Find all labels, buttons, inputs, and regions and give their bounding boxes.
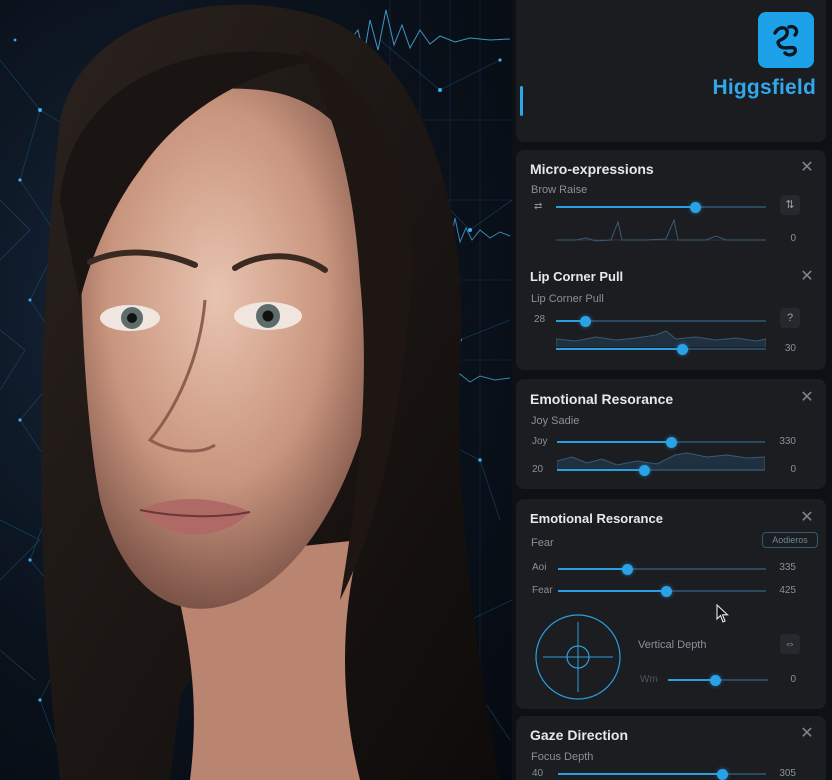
vertical-depth-label: Vertical Depth (638, 639, 707, 651)
swap-icon: ⇄ (534, 201, 543, 212)
slider-fill (668, 679, 715, 681)
slider-handle[interactable] (639, 464, 651, 476)
lip-corner-range-slider[interactable] (556, 343, 766, 355)
gaze-direction-card: Gaze Direction ✕ Focus Depth 40 305 (516, 716, 826, 780)
row-label: Aoi (532, 562, 547, 573)
fear-slider-a[interactable] (558, 563, 766, 575)
slider-fill (558, 590, 667, 592)
lip-corner-waveform (556, 330, 766, 347)
slider-handle[interactable] (710, 674, 721, 686)
slider-label: Fear (531, 537, 554, 549)
row-label: Joy (532, 436, 548, 447)
preset-button[interactable]: Aodieros (762, 532, 818, 548)
min-value: 28 (534, 314, 546, 325)
sadness-slider[interactable] (557, 464, 765, 476)
slider-label: Brow Raise (531, 184, 588, 196)
card-title: Emotional Resorance (530, 511, 663, 526)
value-readout: 0 (790, 233, 796, 244)
slider-label: Focus Depth (531, 751, 594, 763)
mouse-cursor-icon (716, 604, 729, 623)
value-readout: 335 (779, 562, 796, 573)
fear-slider-b[interactable] (558, 585, 766, 597)
slider-handle[interactable] (717, 768, 729, 780)
card-title: Micro-expressions (530, 161, 654, 177)
lip-corner-title: Lip Corner Pull (530, 269, 624, 284)
active-indicator (520, 86, 523, 116)
value-readout: 305 (779, 768, 796, 779)
slider-fill (556, 348, 682, 350)
close-icon[interactable]: ✕ (800, 390, 814, 406)
slider-fill (557, 441, 672, 443)
crosshair-gaze-control[interactable] (533, 612, 623, 702)
close-icon[interactable]: ✕ (800, 510, 814, 526)
emotional-resonance-fear-card: Emotional Resorance ✕ Fear Aodieros Aoi … (516, 499, 826, 709)
slider-fill (558, 568, 627, 570)
slider-handle[interactable] (661, 585, 673, 597)
brand-header: Higgsfield (516, 0, 826, 142)
value-readout: 30 (784, 343, 796, 354)
squiggle-logo-icon (758, 12, 814, 68)
slider-fill (557, 469, 645, 471)
close-icon[interactable]: ✕ (800, 726, 814, 742)
value-readout: 425 (779, 585, 796, 596)
horizontal-swap-button[interactable]: ⇔ (780, 634, 800, 654)
slider-fill (558, 773, 723, 775)
network-background (0, 0, 512, 780)
app-root: Higgsfield Micro-expressions ✕ Brow Rais… (0, 0, 832, 780)
slider-handle[interactable] (621, 563, 633, 575)
value-readout: 330 (779, 436, 796, 447)
lip-corner-slider[interactable] (556, 315, 766, 327)
row-label: Fear (532, 585, 553, 596)
card-title: Gaze Direction (530, 727, 629, 743)
micro-expressions-card: Micro-expressions ✕ Brow Raise ⇄ ⇅ 0 Lip… (516, 150, 826, 370)
close-icon[interactable]: ✕ (800, 269, 814, 285)
slider-handle[interactable] (677, 343, 688, 355)
close-icon[interactable]: ✕ (800, 160, 814, 176)
focus-depth-slider[interactable] (558, 768, 766, 780)
joy-waveform (557, 452, 765, 469)
vertical-depth-slider[interactable] (668, 674, 768, 686)
row-label: 20 (532, 464, 544, 475)
row-label: 40 (532, 768, 544, 779)
swap-vertical-button[interactable]: ⇅ (780, 195, 800, 215)
emotional-resonance-card: Emotional Resorance ✕ Joy Sadie Joy 330 … (516, 379, 826, 489)
slider-handle[interactable] (666, 436, 678, 448)
portrait-viewport (0, 0, 512, 780)
brow-raise-slider[interactable] (556, 201, 766, 213)
card-title: Emotional Resorance (530, 391, 674, 407)
help-button[interactable]: ? (780, 308, 800, 328)
brow-raise-waveform (556, 218, 766, 242)
joy-slider[interactable] (557, 436, 765, 448)
control-panel: Higgsfield Micro-expressions ✕ Brow Rais… (512, 0, 832, 780)
value-readout: 0 (790, 464, 796, 475)
slider-fill (556, 206, 695, 208)
value-readout: 0 (790, 674, 796, 685)
brand-name: Higgsfield (712, 76, 816, 99)
slider-label: Lip Corner Pull (531, 293, 604, 305)
slider-label: Joy Sadie (531, 415, 580, 427)
row-label: Wm (640, 674, 658, 685)
